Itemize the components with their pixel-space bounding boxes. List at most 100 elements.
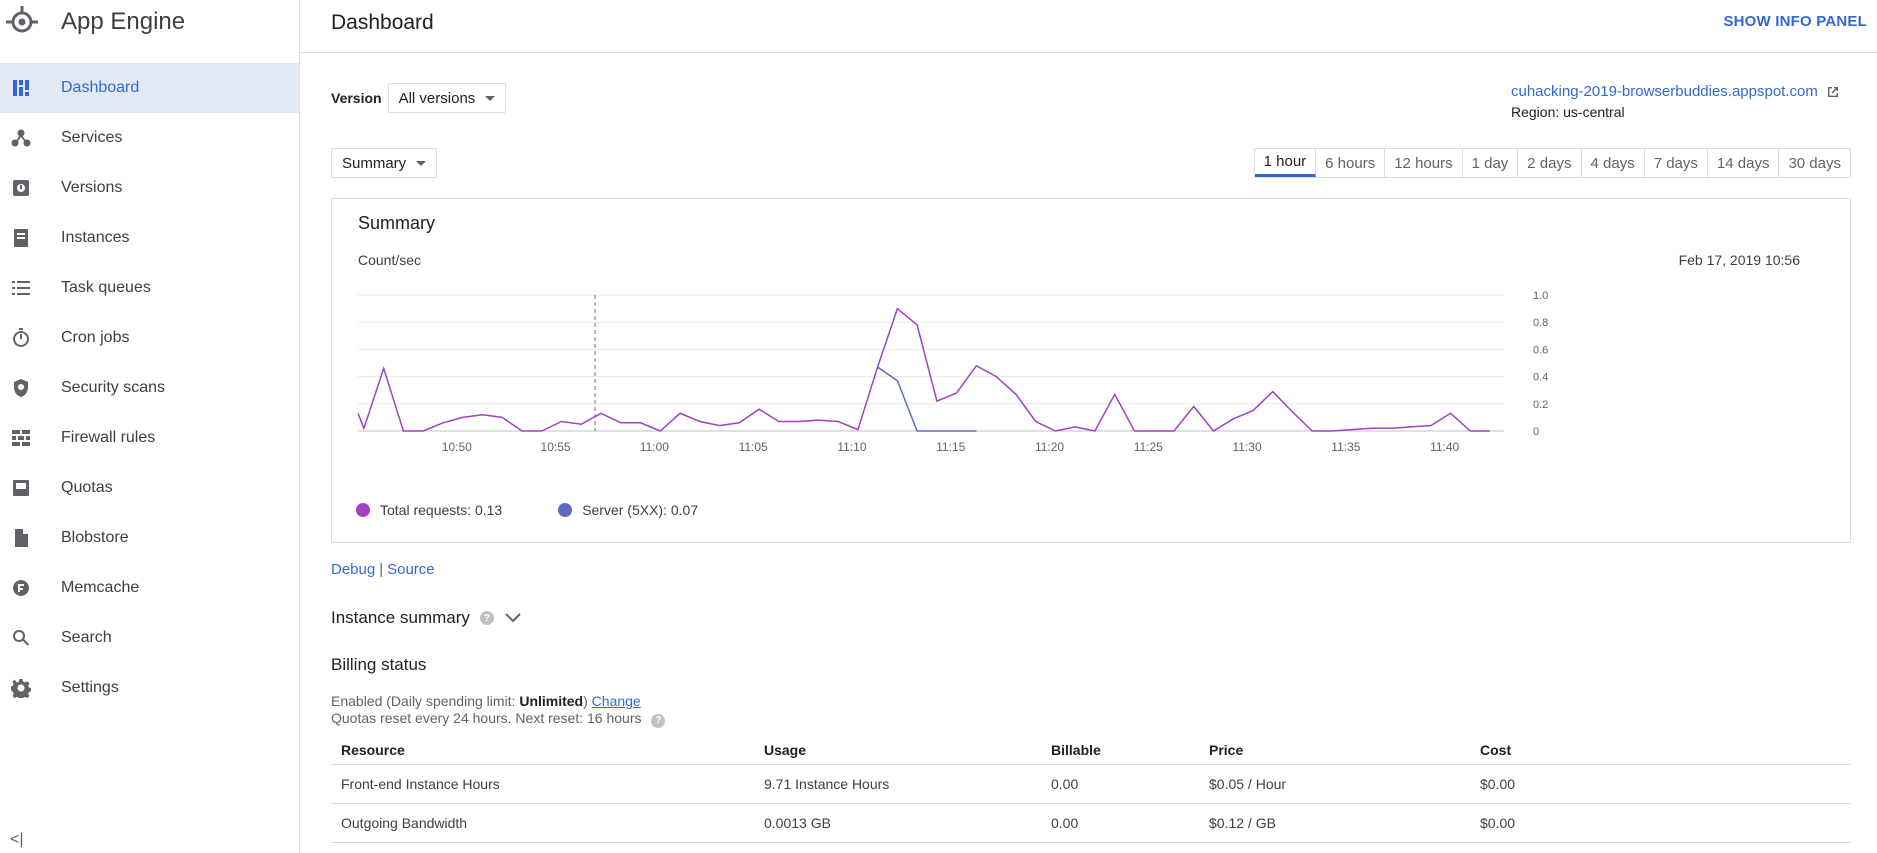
sidebar-item-blobstore[interactable]: Blobstore bbox=[0, 513, 299, 563]
x-tick-label: 11:10 bbox=[837, 440, 866, 454]
x-tick-label: 11:00 bbox=[640, 440, 669, 454]
chart-unit-label: Count/sec bbox=[358, 252, 422, 268]
sidebar-item-search[interactable]: Search bbox=[0, 613, 299, 663]
dashboard-icon bbox=[0, 78, 42, 98]
caret-down-icon bbox=[416, 160, 427, 166]
instances-icon bbox=[0, 228, 42, 248]
link-separator: | bbox=[379, 561, 384, 578]
sidebar-nav: Dashboard Services Versions Instances Task q… bbox=[0, 63, 299, 713]
blobstore-icon bbox=[0, 528, 42, 548]
app-engine-logo-icon[interactable] bbox=[0, 0, 44, 44]
time-range-6-hours[interactable]: 6 hours bbox=[1316, 149, 1386, 177]
change-link[interactable]: Change bbox=[592, 693, 641, 709]
table-cell: $0.12 / GB bbox=[1199, 803, 1470, 843]
legend-swatch bbox=[356, 503, 370, 517]
sidebar-item-label: Settings bbox=[61, 679, 119, 696]
legend-label: Total requests: 0.13 bbox=[380, 502, 503, 518]
firewall-rules-icon bbox=[0, 428, 42, 448]
chart-title: Summary bbox=[358, 213, 436, 233]
table-cell: 0.00 bbox=[1041, 803, 1199, 843]
column-header-usage: Usage bbox=[754, 737, 1041, 765]
sidebar-item-label: Blobstore bbox=[61, 529, 129, 546]
quota-reset-text: Quotas reset every 24 hours. Next reset:… bbox=[331, 710, 642, 726]
column-header-price: Price bbox=[1199, 737, 1470, 765]
app-url-text: cuhacking-2019-browserbuddies.appspot.co… bbox=[1511, 83, 1818, 100]
table-cell: Front-end Instance Hours bbox=[331, 764, 754, 804]
time-range-selector: 1 hour 6 hours 12 hours 1 day 2 days 4 days 7 … bbox=[1253, 148, 1851, 178]
table-cell: $0.05 / Hour bbox=[1199, 764, 1470, 804]
sidebar: App Engine Dashboard Services Versions Inst… bbox=[0, 0, 300, 853]
table-row: Front-end Instance Hours 9.71 Instance Ho… bbox=[331, 764, 1851, 804]
version-label: Version bbox=[331, 90, 382, 106]
column-header-billable: Billable bbox=[1041, 737, 1199, 765]
debug-link[interactable]: Debug bbox=[331, 561, 375, 578]
sidebar-item-security-scans[interactable]: Security scans bbox=[0, 363, 299, 413]
sidebar-item-label: Task queues bbox=[61, 279, 151, 296]
time-range-2-days[interactable]: 2 days bbox=[1518, 149, 1582, 177]
legend-swatch bbox=[558, 503, 573, 517]
x-tick-label: 11:15 bbox=[936, 440, 965, 454]
sidebar-item-cron-jobs[interactable]: Cron jobs bbox=[0, 313, 299, 363]
billing-status-text: Enabled (Daily spending limit: Unlimited… bbox=[331, 693, 666, 728]
help-icon[interactable]: ? bbox=[651, 713, 666, 728]
column-header-cost: Cost bbox=[1470, 737, 1851, 765]
x-tick-label: 10:55 bbox=[541, 440, 571, 454]
y-tick-label: 0.6 bbox=[1533, 344, 1548, 356]
services-icon bbox=[0, 128, 42, 148]
time-range-1-hour[interactable]: 1 hour bbox=[1254, 149, 1317, 177]
chart-date: Feb 17, 2019 10:56 bbox=[1678, 252, 1800, 268]
billing-line-2: Quotas reset every 24 hours. Next reset:… bbox=[331, 710, 666, 728]
legend-item[interactable]: Total requests: 0.13 bbox=[356, 502, 502, 518]
sidebar-item-services[interactable]: Services bbox=[0, 113, 299, 163]
collapse-sidebar-icon[interactable]: <| bbox=[10, 831, 24, 849]
table-cell: 0.00 bbox=[1041, 764, 1199, 804]
sidebar-item-task-queues[interactable]: Task queues bbox=[0, 263, 299, 313]
sidebar-item-dashboard[interactable]: Dashboard bbox=[0, 63, 299, 113]
sidebar-item-label: Dashboard bbox=[61, 79, 140, 96]
sidebar-item-label: Versions bbox=[61, 179, 123, 196]
source-link[interactable]: Source bbox=[387, 561, 435, 578]
time-range-4-days[interactable]: 4 days bbox=[1582, 149, 1645, 177]
app-url-link[interactable]: cuhacking-2019-browserbuddies.appspot.co… bbox=[1511, 83, 1840, 100]
debug-source-links: Debug | Source bbox=[331, 561, 435, 578]
sidebar-item-quotas[interactable]: Quotas bbox=[0, 463, 299, 513]
sidebar-item-instances[interactable]: Instances bbox=[0, 213, 299, 263]
x-tick-label: 11:40 bbox=[1430, 440, 1459, 454]
show-info-panel-button[interactable]: SHOW INFO PANEL bbox=[1723, 13, 1867, 30]
sidebar-item-label: Search bbox=[61, 629, 112, 646]
time-range-7-days[interactable]: 7 days bbox=[1645, 149, 1708, 177]
spending-limit-value: Unlimited bbox=[519, 693, 584, 709]
sidebar-item-firewall-rules[interactable]: Firewall rules bbox=[0, 413, 299, 463]
table-cell: $0.00 bbox=[1470, 764, 1851, 804]
time-range-14-days[interactable]: 14 days bbox=[1708, 149, 1780, 177]
y-tick-label: 0.8 bbox=[1533, 317, 1548, 329]
summary-chart: 1.0 0.8 0.6 0.4 0.2 0 10:50 10:55 11:00 11:05 11:1… bbox=[357, 290, 1548, 454]
sidebar-item-label: Security scans bbox=[61, 379, 166, 396]
billing-line-1-suffix: ) bbox=[583, 693, 592, 709]
sidebar-item-memcache[interactable]: Memcache bbox=[0, 563, 299, 613]
version-dropdown[interactable]: All versions bbox=[387, 83, 507, 113]
instance-summary-header[interactable]: Instance summary ? bbox=[331, 608, 522, 628]
sidebar-item-settings[interactable]: Settings bbox=[0, 663, 299, 713]
help-icon[interactable]: ? bbox=[479, 611, 494, 625]
column-header-resource: Resource bbox=[331, 737, 754, 765]
x-tick-label: 11:05 bbox=[739, 440, 768, 454]
versions-icon bbox=[0, 178, 42, 198]
region-text: Region: us-central bbox=[1511, 104, 1625, 120]
time-range-12-hours[interactable]: 12 hours bbox=[1385, 149, 1463, 177]
sidebar-item-versions[interactable]: Versions bbox=[0, 163, 299, 213]
time-range-1-day[interactable]: 1 day bbox=[1463, 149, 1519, 177]
view-select-dropdown[interactable]: Summary bbox=[331, 148, 438, 178]
summary-chart-card: 1.0 0.8 0.6 0.4 0.2 0 10:50 10:55 11:00 11:05 11:1… bbox=[331, 198, 1851, 543]
table-cell: $0.00 bbox=[1470, 803, 1851, 843]
security-scans-icon bbox=[0, 378, 42, 398]
legend-item[interactable]: Server (5XX): 0.07 bbox=[558, 502, 698, 518]
table-cell: 9.71 Instance Hours bbox=[754, 764, 1041, 804]
cron-jobs-icon bbox=[0, 328, 42, 348]
time-range-30-days[interactable]: 30 days bbox=[1779, 149, 1850, 177]
sidebar-item-label: Cron jobs bbox=[61, 329, 130, 346]
x-tick-label: 10:50 bbox=[442, 440, 472, 454]
version-selected: All versions bbox=[398, 89, 476, 107]
chevron-down-icon[interactable] bbox=[504, 612, 522, 624]
instance-summary-title: Instance summary bbox=[331, 608, 470, 627]
